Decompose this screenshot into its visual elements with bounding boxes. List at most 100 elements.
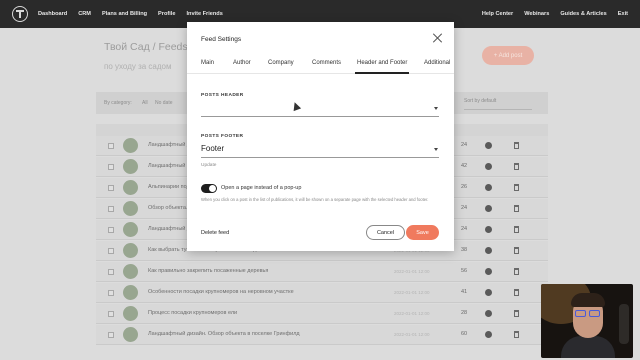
sort-select[interactable]: Sort by default bbox=[464, 98, 532, 110]
row-checkbox[interactable] bbox=[108, 248, 114, 254]
webcam-overlay bbox=[541, 284, 633, 358]
status-dot-icon[interactable] bbox=[485, 205, 492, 212]
trash-icon[interactable] bbox=[514, 226, 519, 233]
post-views: 26 bbox=[461, 184, 468, 190]
update-link[interactable]: Update bbox=[201, 163, 216, 168]
chevron-down-icon bbox=[434, 107, 438, 110]
row-checkbox[interactable] bbox=[108, 185, 114, 191]
post-thumbnail bbox=[123, 159, 138, 174]
post-title[interactable]: Как правильно закрепить посаженные дерев… bbox=[148, 268, 268, 274]
logo-icon[interactable] bbox=[12, 6, 28, 22]
row-checkbox[interactable] bbox=[108, 269, 114, 275]
post-views: 38 bbox=[461, 247, 468, 253]
post-title[interactable]: Особенности посадки крупномеров на неров… bbox=[148, 289, 294, 295]
trash-icon[interactable] bbox=[514, 331, 519, 338]
posts-header-select[interactable] bbox=[201, 101, 439, 117]
nav-guides[interactable]: Guides & Articles bbox=[560, 11, 606, 17]
tab-header-footer[interactable]: Header and Footer bbox=[354, 60, 410, 74]
row-checkbox[interactable] bbox=[108, 143, 114, 149]
status-dot-icon[interactable] bbox=[485, 142, 492, 149]
save-button[interactable]: Save bbox=[406, 225, 439, 240]
row-checkbox[interactable] bbox=[108, 164, 114, 170]
trash-icon[interactable] bbox=[514, 142, 519, 149]
tab-comments[interactable]: Comments bbox=[312, 60, 341, 66]
status-dot-icon[interactable] bbox=[485, 247, 492, 254]
open-page-toggle[interactable] bbox=[201, 184, 217, 193]
posts-footer-value: Footer bbox=[201, 144, 225, 153]
row-checkbox[interactable] bbox=[108, 290, 114, 296]
trash-icon[interactable] bbox=[514, 247, 519, 254]
post-title[interactable]: Обзор объекта... bbox=[148, 205, 191, 211]
filter-no-date[interactable]: No date bbox=[155, 100, 173, 106]
trash-icon[interactable] bbox=[514, 289, 519, 296]
nav-profile[interactable]: Profile bbox=[158, 11, 175, 17]
post-date: 2022-01-01 12:00 bbox=[394, 269, 430, 274]
trash-icon[interactable] bbox=[514, 184, 519, 191]
post-title[interactable]: Ландшафтный ... bbox=[148, 163, 191, 169]
trash-icon[interactable] bbox=[514, 163, 519, 170]
post-views: 24 bbox=[461, 226, 468, 232]
post-views: 56 bbox=[461, 268, 468, 274]
post-date: 2022-01-01 12:00 bbox=[394, 311, 430, 316]
row-checkbox[interactable] bbox=[108, 227, 114, 233]
webcam-shoulders bbox=[561, 336, 615, 358]
toggle-knob bbox=[209, 185, 216, 192]
nav-invite-friends[interactable]: Invite Friends bbox=[186, 11, 222, 17]
table-row[interactable]: Процесс посадки крупномеров ели 2022-01-0… bbox=[96, 304, 548, 324]
nav-exit[interactable]: Exit bbox=[618, 11, 628, 17]
status-dot-icon[interactable] bbox=[485, 268, 492, 275]
post-thumbnail bbox=[123, 306, 138, 321]
status-dot-icon[interactable] bbox=[485, 289, 492, 296]
cancel-button[interactable]: Cancel bbox=[366, 225, 405, 240]
open-page-label: Open a page instead of a pop-up bbox=[221, 185, 302, 191]
post-thumbnail bbox=[123, 243, 138, 258]
post-title[interactable]: Процесс посадки крупномеров ели bbox=[148, 310, 237, 316]
post-thumbnail bbox=[123, 285, 138, 300]
post-title[interactable]: Ландшафтный дизайн. Обзор объекта в посе… bbox=[148, 331, 300, 337]
row-checkbox[interactable] bbox=[108, 332, 114, 338]
status-dot-icon[interactable] bbox=[485, 226, 492, 233]
add-post-button[interactable]: + Add post bbox=[482, 46, 534, 65]
trash-icon[interactable] bbox=[514, 205, 519, 212]
post-date: 2022-01-01 12:00 bbox=[394, 332, 430, 337]
posts-footer-select[interactable]: Footer bbox=[201, 142, 439, 158]
breadcrumb: Твой Сад / Feeds / bbox=[104, 41, 194, 53]
status-dot-icon[interactable] bbox=[485, 310, 492, 317]
post-thumbnail bbox=[123, 327, 138, 342]
delete-feed-button[interactable]: Delete feed bbox=[201, 230, 229, 236]
nav-plans-billing[interactable]: Plans and Billing bbox=[102, 11, 147, 17]
trash-icon[interactable] bbox=[514, 268, 519, 275]
posts-header-label: POSTS HEADER bbox=[201, 93, 244, 98]
status-dot-icon[interactable] bbox=[485, 163, 492, 170]
modal-tabs: Main Author Company Comments Header and … bbox=[187, 54, 454, 74]
tab-author[interactable]: Author bbox=[233, 60, 251, 66]
post-views: 24 bbox=[461, 142, 468, 148]
table-row[interactable]: Как правильно закрепить посаженные дерев… bbox=[96, 262, 548, 282]
nav-webinars[interactable]: Webinars bbox=[524, 11, 549, 17]
post-views: 28 bbox=[461, 310, 468, 316]
nav-help-center[interactable]: Help Center bbox=[482, 11, 513, 17]
microphone-icon bbox=[619, 304, 629, 344]
trash-icon[interactable] bbox=[514, 310, 519, 317]
post-thumbnail bbox=[123, 264, 138, 279]
toggle-help-text: When you click on a post in the list of … bbox=[201, 197, 429, 202]
row-checkbox[interactable] bbox=[108, 206, 114, 212]
post-thumbnail bbox=[123, 222, 138, 237]
tab-main[interactable]: Main bbox=[201, 60, 214, 66]
table-row[interactable]: Ландшафтный дизайн. Обзор объекта в посе… bbox=[96, 325, 548, 345]
table-row[interactable]: Особенности посадки крупномеров на неров… bbox=[96, 283, 548, 303]
filter-all[interactable]: All bbox=[142, 100, 148, 106]
nav-dashboard[interactable]: Dashboard bbox=[38, 11, 67, 17]
close-icon[interactable] bbox=[433, 33, 443, 43]
status-dot-icon[interactable] bbox=[485, 331, 492, 338]
status-dot-icon[interactable] bbox=[485, 184, 492, 191]
post-date: 2022-01-01 12:00 bbox=[394, 290, 430, 295]
page-subtitle: по уходу за садом bbox=[104, 62, 172, 71]
tab-additional[interactable]: Additional bbox=[424, 60, 450, 66]
chevron-down-icon bbox=[434, 148, 438, 151]
screen: Dashboard CRM Plans and Billing Profile … bbox=[0, 0, 640, 360]
tab-company[interactable]: Company bbox=[268, 60, 294, 66]
nav-right: Help Center Webinars Guides & Articles E… bbox=[471, 0, 628, 28]
row-checkbox[interactable] bbox=[108, 311, 114, 317]
nav-crm[interactable]: CRM bbox=[78, 11, 91, 17]
